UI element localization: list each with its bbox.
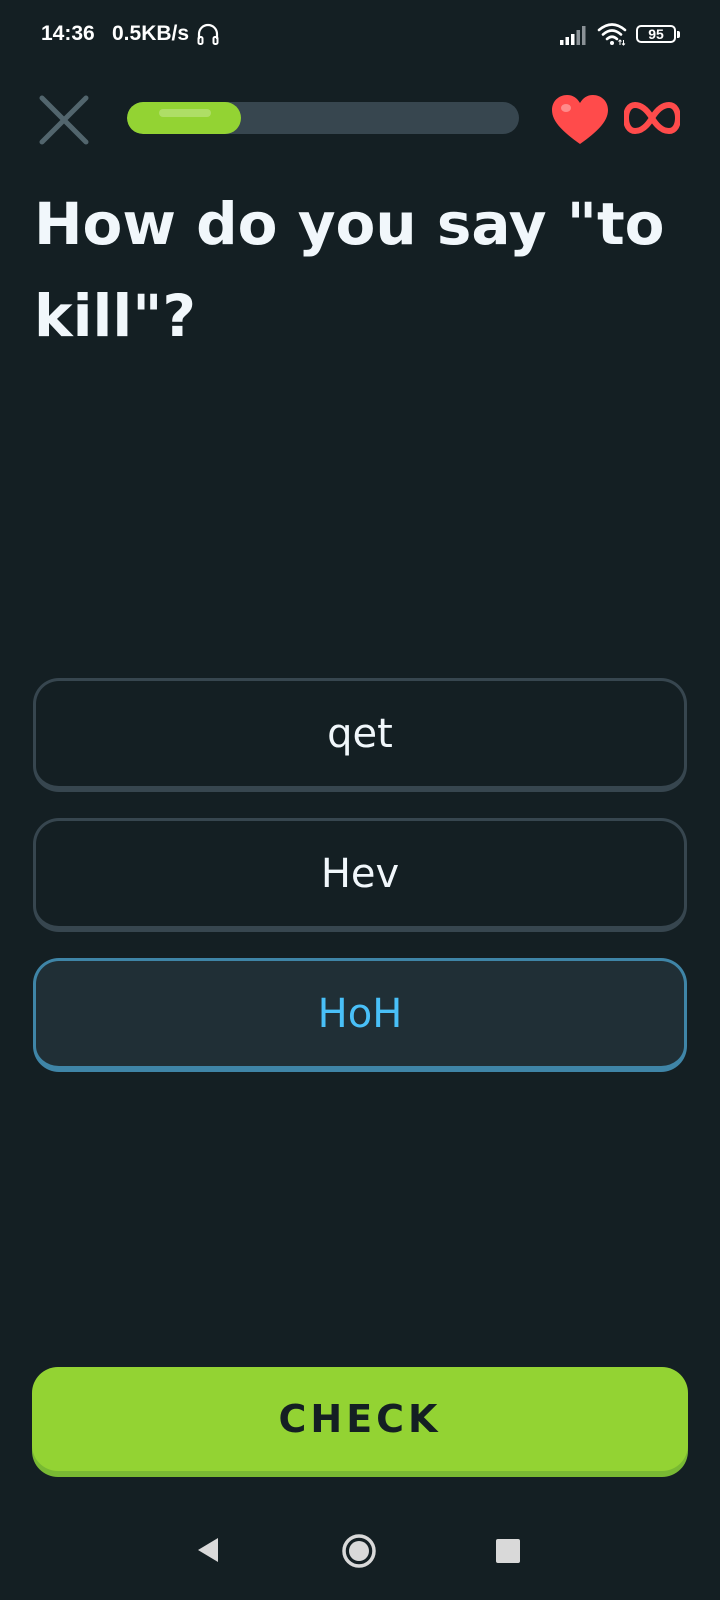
question-prompt: How do you say "to kill"? — [34, 190, 665, 350]
wifi-icon — [597, 23, 627, 46]
battery-indicator: 95 — [636, 25, 682, 45]
option-label: HoH — [317, 990, 403, 1037]
answer-option-hev[interactable]: Hev — [33, 818, 687, 932]
answer-option-qet[interactable]: qet — [33, 678, 687, 792]
nav-home-icon[interactable] — [341, 1533, 377, 1569]
answer-option-hoh[interactable]: HoH — [33, 958, 687, 1072]
infinity-icon: ∞ — [624, 101, 680, 135]
lesson-progress-bar — [127, 102, 519, 134]
battery-tip — [677, 31, 680, 38]
check-button-label: CHECK — [278, 1397, 442, 1441]
status-bar: 14:36 0.5KB/s 95 — [0, 0, 720, 70]
headphone-icon — [197, 23, 219, 45]
nav-recents-icon[interactable] — [496, 1539, 520, 1563]
progress-shine — [159, 109, 211, 117]
option-label: Hev — [320, 850, 400, 897]
signal-icon — [560, 26, 586, 45]
check-button[interactable]: CHECK — [32, 1367, 688, 1471]
network-speed: 0.5KB/s — [112, 22, 190, 45]
nav-back-icon[interactable] — [196, 1536, 220, 1564]
battery-level: 95 — [648, 26, 664, 42]
close-icon[interactable] — [38, 94, 90, 146]
progress-fill — [127, 102, 241, 134]
option-label: qet — [327, 710, 393, 757]
lesson-screen: 14:36 0.5KB/s 95 How do you say "to kill… — [0, 0, 720, 1600]
status-time: 14:36 — [41, 22, 95, 45]
heart-icon[interactable] — [550, 94, 610, 146]
